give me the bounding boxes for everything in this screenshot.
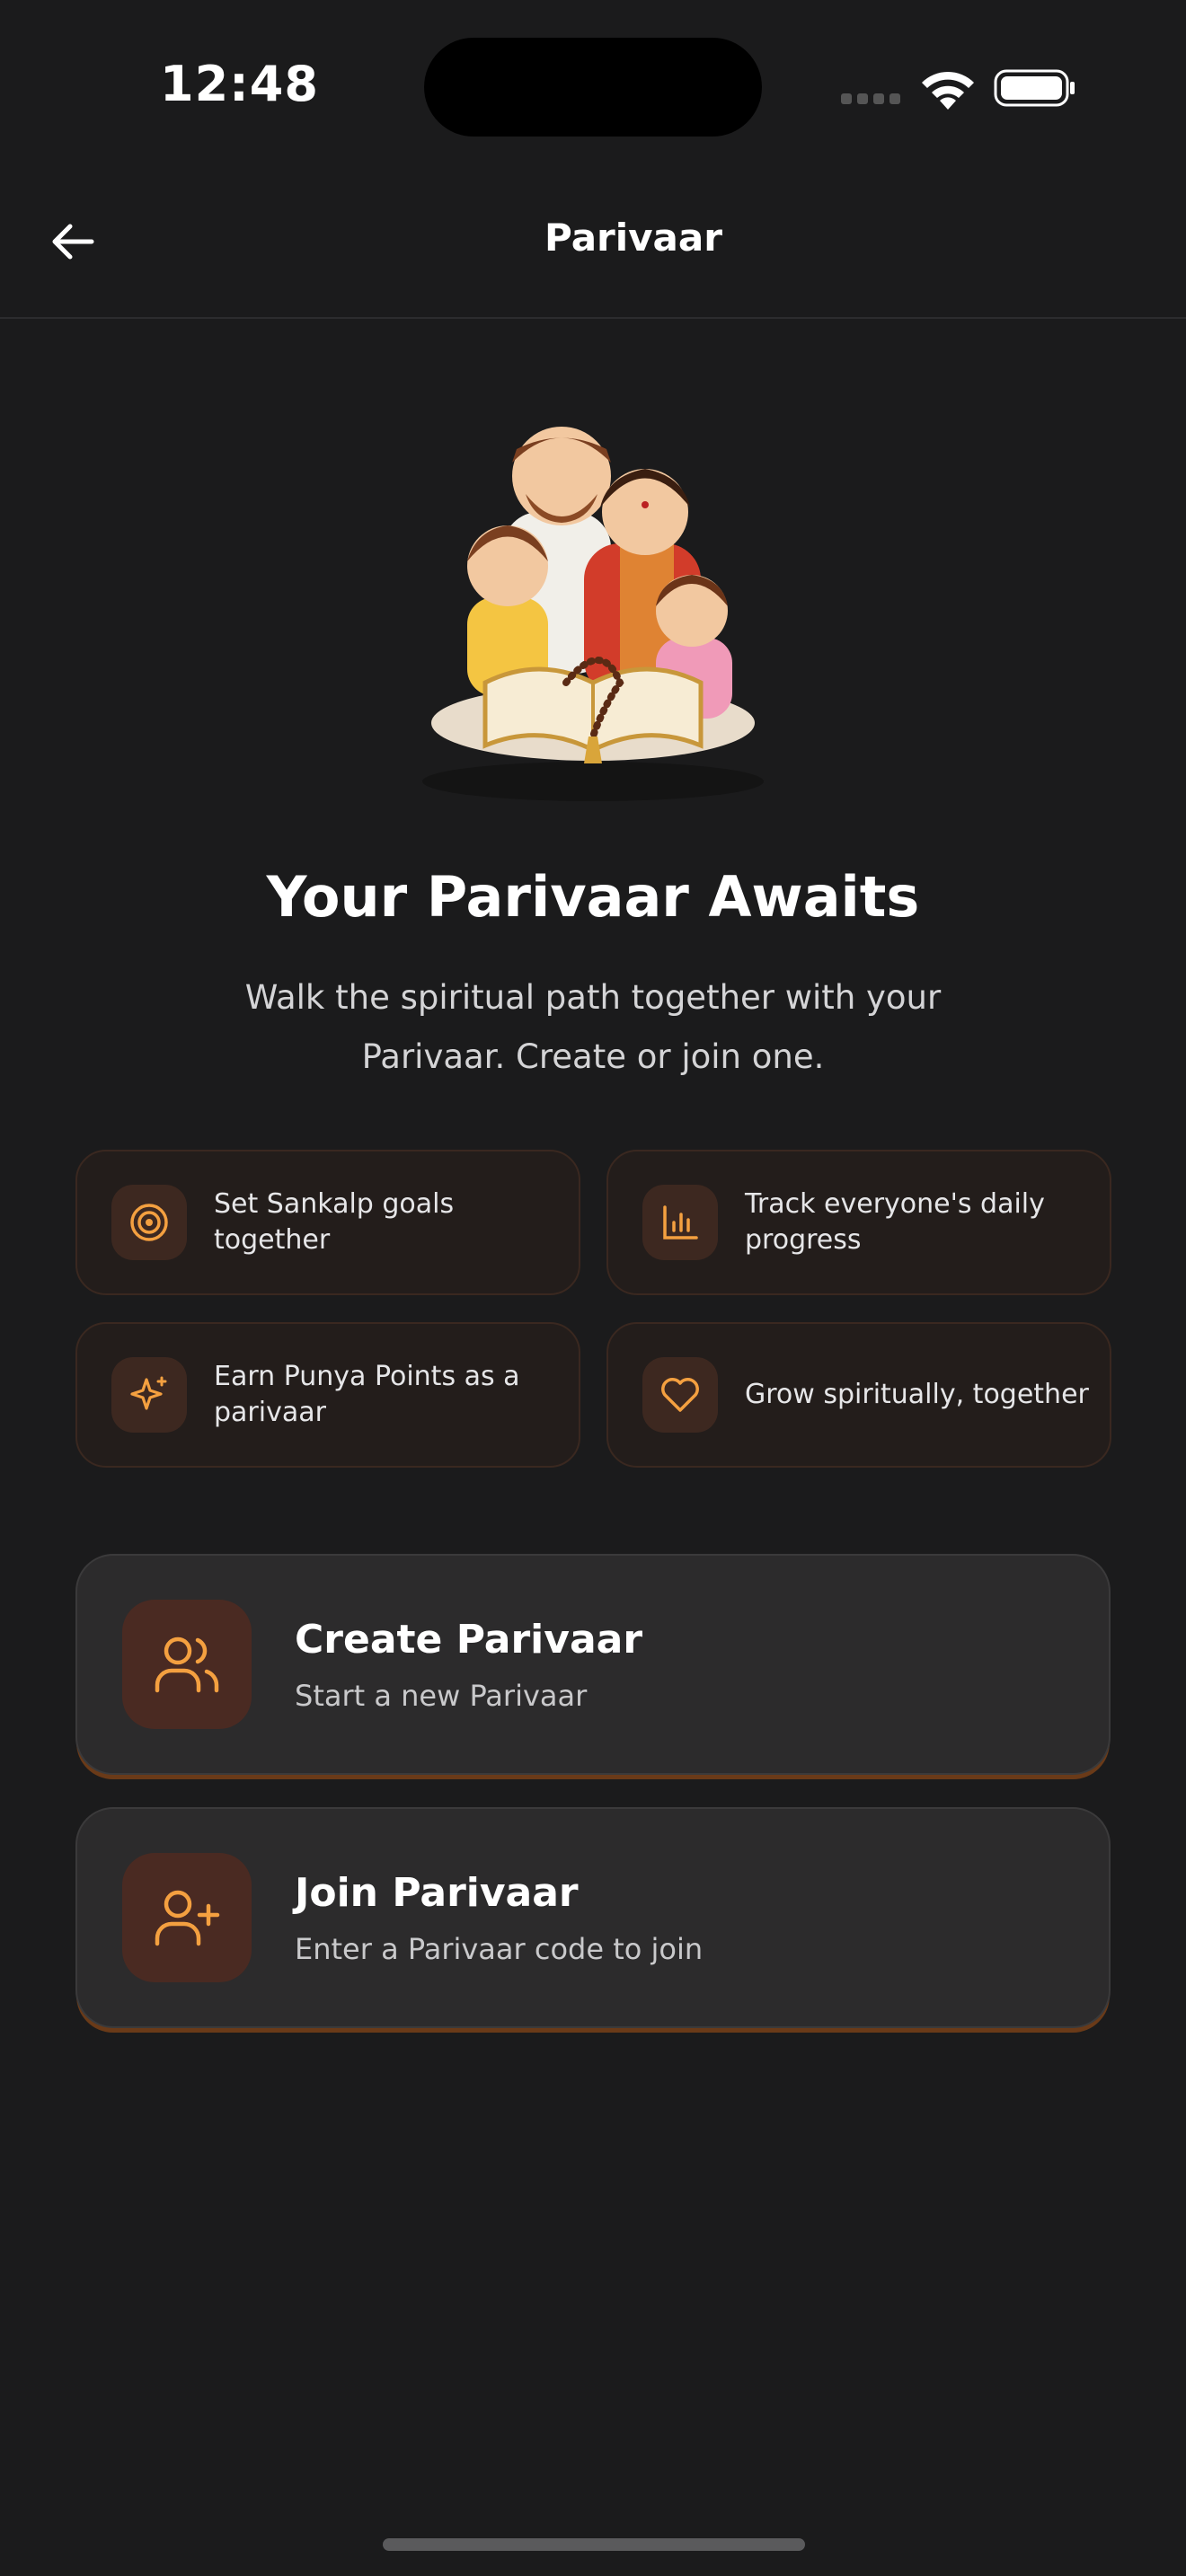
feature-label: Set Sankalp goals together xyxy=(214,1188,455,1256)
hero-subtitle: Walk the spiritual path together with yo… xyxy=(234,968,952,1087)
join-parivaar-subtitle: Enter a Parivaar code to join xyxy=(295,1931,704,1966)
bar-chart-icon xyxy=(642,1185,718,1260)
dynamic-island xyxy=(424,38,762,137)
join-parivaar-title: Join Parivaar xyxy=(295,1869,579,1916)
feature-label: Track everyone's daily progress xyxy=(745,1188,1045,1256)
create-parivaar-title: Create Parivaar xyxy=(295,1616,643,1663)
feature-label: Earn Punya Points as a parivaar xyxy=(214,1361,520,1428)
user-plus-icon xyxy=(122,1853,252,1982)
feature-label: Grow spiritually, together xyxy=(745,1379,1089,1410)
header-divider xyxy=(0,317,1186,319)
feature-card-punya: Earn Punya Points as a parivaar xyxy=(75,1322,580,1468)
join-parivaar-text: Join Parivaar Enter a Parivaar code to j… xyxy=(295,1870,703,1966)
hero-subtitle-line: Parivaar. Create or join one. xyxy=(361,1037,825,1076)
create-parivaar-button[interactable]: Create Parivaar Start a new Parivaar xyxy=(75,1554,1111,1775)
wifi-icon xyxy=(922,71,974,110)
home-indicator[interactable] xyxy=(383,2538,805,2551)
create-parivaar-subtitle: Start a new Parivaar xyxy=(295,1678,588,1713)
create-parivaar-text: Create Parivaar Start a new Parivaar xyxy=(295,1617,642,1713)
family-praying-illustration xyxy=(422,427,764,801)
feature-card-progress: Track everyone's daily progress xyxy=(606,1150,1111,1295)
cellular-signal-icon xyxy=(841,93,900,104)
battery-icon xyxy=(994,69,1075,107)
page-title: Parivaar xyxy=(544,216,722,260)
feature-card-grow: Grow spiritually, together xyxy=(606,1322,1111,1468)
hero-subtitle-line: Walk the spiritual path together with yo… xyxy=(244,978,942,1017)
hero-title: Your Parivaar Awaits xyxy=(266,864,920,930)
join-parivaar-button[interactable]: Join Parivaar Enter a Parivaar code to j… xyxy=(75,1807,1111,2028)
status-time: 12:48 xyxy=(160,56,319,112)
users-icon xyxy=(122,1600,252,1729)
parivaar-screen: 12:48 Parivaar Your Parivaar Awaits Walk… xyxy=(0,0,1186,2576)
sparkle-icon xyxy=(111,1357,187,1433)
feature-card-sankalp: Set Sankalp goals together xyxy=(75,1150,580,1295)
target-icon xyxy=(111,1185,187,1260)
heart-icon xyxy=(642,1357,718,1433)
